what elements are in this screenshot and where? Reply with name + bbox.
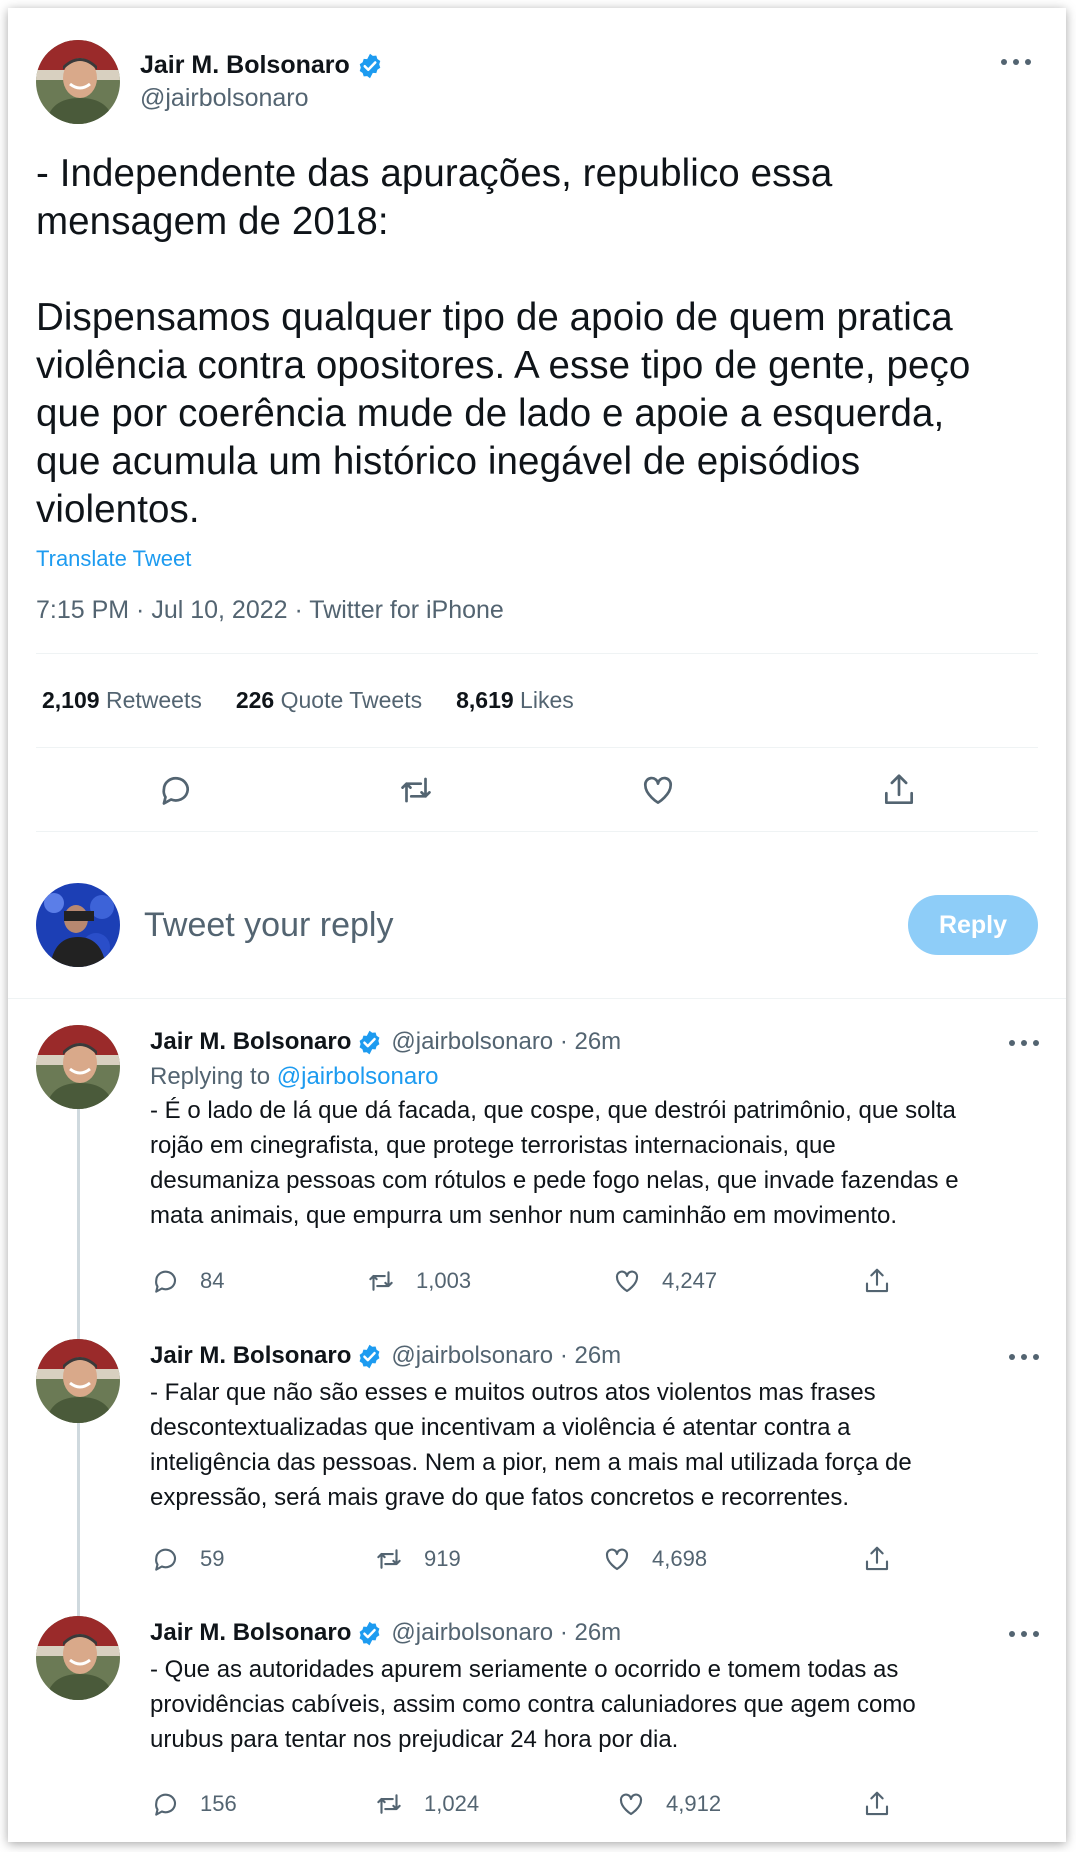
reply-text: - Falar que não são esses e muitos outro… [150, 1379, 912, 1511]
reply-bubble-icon [155, 1548, 177, 1571]
retweet-count: 919 [424, 1546, 461, 1571]
more-horizontal-icon[interactable] [1004, 1033, 1044, 1053]
author-handle-time[interactable]: @jairbolsonaro · 26m [391, 1342, 621, 1370]
like-action[interactable]: 4,247 [612, 1266, 717, 1296]
author-handle[interactable]: @jairbolsonaro [140, 84, 384, 113]
share-icon [865, 1791, 889, 1816]
author-avatar[interactable] [36, 1339, 120, 1423]
reply-count: 84 [200, 1268, 225, 1293]
section-divider [8, 998, 1066, 999]
reply-header: Jair M. Bolsonaro @jairbolsonaro · 26m [150, 1339, 1046, 1373]
reply-composer: Tweet your reply Reply [36, 883, 1038, 967]
retweet-action[interactable]: 1,003 [366, 1266, 471, 1296]
author-handle-time[interactable]: @jairbolsonaro · 26m [391, 1028, 621, 1056]
retweet-icon [377, 1549, 401, 1569]
share-action[interactable] [862, 1544, 912, 1574]
retweets-stat[interactable]: 2,109 Retweets [42, 687, 202, 714]
reply-body: Jair M. Bolsonaro @jairbolsonaro · 26m R… [150, 1025, 1046, 1233]
main-tweet-text: - Independente das apurações, republico … [36, 152, 971, 531]
reply-actions: 156 1,024 4,912 [36, 1784, 1046, 1824]
retweet-action[interactable]: 919 [374, 1544, 461, 1574]
replying-to-label: Replying to [150, 1063, 271, 1090]
retweet-count: 1,024 [424, 1791, 480, 1816]
share-icon[interactable] [880, 771, 918, 809]
translate-tweet-link[interactable]: Translate Tweet [36, 546, 1038, 572]
likes-stat[interactable]: 8,619 Likes [456, 687, 574, 714]
main-tweet-header: Jair M. Bolsonaro @jairbolsonaro [36, 40, 1038, 124]
main-tweet-actions [36, 748, 1038, 832]
heart-icon[interactable] [639, 771, 677, 809]
retweets-label: Retweets [105, 687, 202, 713]
like-count: 4,698 [652, 1546, 708, 1571]
reply-bubble-icon [155, 1270, 177, 1293]
reply-action[interactable]: 59 [150, 1544, 224, 1574]
reply-header: Jair M. Bolsonaro @jairbolsonaro · 26m [150, 1025, 1046, 1059]
reply-body: Jair M. Bolsonaro @jairbolsonaro · 26m -… [150, 1616, 1046, 1757]
verified-badge-icon [359, 1344, 380, 1368]
reply-actions: 59 919 4,698 [36, 1539, 1046, 1579]
author-name[interactable]: Jair M. Bolsonaro [150, 1619, 351, 1647]
reply-tweet[interactable]: Jair M. Bolsonaro @jairbolsonaro · 26m -… [36, 1339, 1046, 1599]
like-action[interactable]: 4,912 [616, 1789, 721, 1819]
retweets-count: 2,109 [42, 687, 100, 713]
share-action[interactable] [862, 1789, 912, 1819]
replying-to: Replying to @jairbolsonaro [150, 1063, 1046, 1091]
more-horizontal-icon[interactable] [1004, 1347, 1044, 1367]
author-avatar[interactable] [36, 1025, 120, 1109]
retweet-icon [377, 1794, 401, 1814]
author-name[interactable]: Jair M. Bolsonaro [150, 1342, 351, 1370]
reply-actions: 84 1,003 4,247 [36, 1261, 1046, 1301]
heart-icon [619, 1793, 643, 1816]
quotes-label: Quote Tweets [280, 687, 423, 713]
current-user-avatar[interactable] [36, 883, 120, 967]
quotes-count: 226 [235, 687, 275, 713]
tweet-meta: 7:15 PM · Jul 10, 2022 · Twitter for iPh… [36, 596, 1038, 654]
heart-icon [615, 1270, 639, 1293]
reply-bubble-icon [155, 1793, 177, 1816]
replying-to-handle[interactable]: @jairbolsonaro [277, 1063, 439, 1090]
tweet-frame: Jair M. Bolsonaro @jairbolsonaro - Indep… [8, 8, 1066, 1842]
share-icon [865, 1268, 889, 1293]
reply-input[interactable]: Tweet your reply [144, 906, 908, 945]
author-handle-time[interactable]: @jairbolsonaro · 26m [391, 1619, 621, 1647]
reply-text: - É o lado de lá que dá facada, que cosp… [150, 1097, 959, 1229]
reply-tweet[interactable]: Jair M. Bolsonaro @jairbolsonaro · 26m R… [36, 1025, 1046, 1325]
reply-count: 156 [200, 1791, 237, 1816]
like-count: 4,247 [662, 1268, 718, 1293]
reply-count: 59 [200, 1546, 225, 1571]
more-horizontal-icon[interactable] [996, 52, 1036, 72]
quotes-stat[interactable]: 226 Quote Tweets [236, 687, 422, 714]
author-names: Jair M. Bolsonaro @jairbolsonaro [140, 51, 384, 113]
reply-button[interactable]: Reply [908, 895, 1038, 955]
reply-action[interactable]: 84 [150, 1266, 224, 1296]
reply-tweet[interactable]: Jair M. Bolsonaro @jairbolsonaro · 26m -… [36, 1616, 1046, 1836]
heart-icon [605, 1548, 629, 1571]
verified-badge-icon [359, 1030, 380, 1054]
reply-body: Jair M. Bolsonaro @jairbolsonaro · 26m -… [150, 1339, 1046, 1515]
share-icon [865, 1546, 889, 1571]
reply-header: Jair M. Bolsonaro @jairbolsonaro · 26m [150, 1616, 1046, 1650]
author-avatar[interactable] [36, 1616, 120, 1700]
author-avatar[interactable] [36, 40, 120, 124]
retweet-count: 1,003 [416, 1268, 472, 1293]
retweet-icon [369, 1271, 393, 1291]
author-name-row: Jair M. Bolsonaro [140, 51, 384, 80]
main-tweet: Jair M. Bolsonaro @jairbolsonaro - Indep… [36, 40, 1038, 832]
share-action[interactable] [862, 1266, 912, 1296]
likes-label: Likes [520, 687, 574, 713]
author-name[interactable]: Jair M. Bolsonaro [140, 51, 350, 80]
reply-text: - Que as autoridades apurem seriamente o… [150, 1656, 916, 1753]
tweet-stats: 2,109 Retweets 226 Quote Tweets 8,619 Li… [36, 654, 1038, 748]
verified-badge-icon [359, 53, 381, 78]
author-name[interactable]: Jair M. Bolsonaro [150, 1028, 351, 1056]
reply-bubble-icon[interactable] [156, 771, 194, 809]
retweet-action[interactable]: 1,024 [374, 1789, 479, 1819]
retweet-icon[interactable] [397, 771, 435, 809]
like-action[interactable]: 4,698 [602, 1544, 707, 1574]
like-count: 4,912 [666, 1791, 722, 1816]
more-horizontal-icon[interactable] [1004, 1624, 1044, 1644]
verified-badge-icon [359, 1621, 380, 1645]
likes-count: 8,619 [456, 687, 514, 713]
reply-action[interactable]: 156 [150, 1789, 237, 1819]
